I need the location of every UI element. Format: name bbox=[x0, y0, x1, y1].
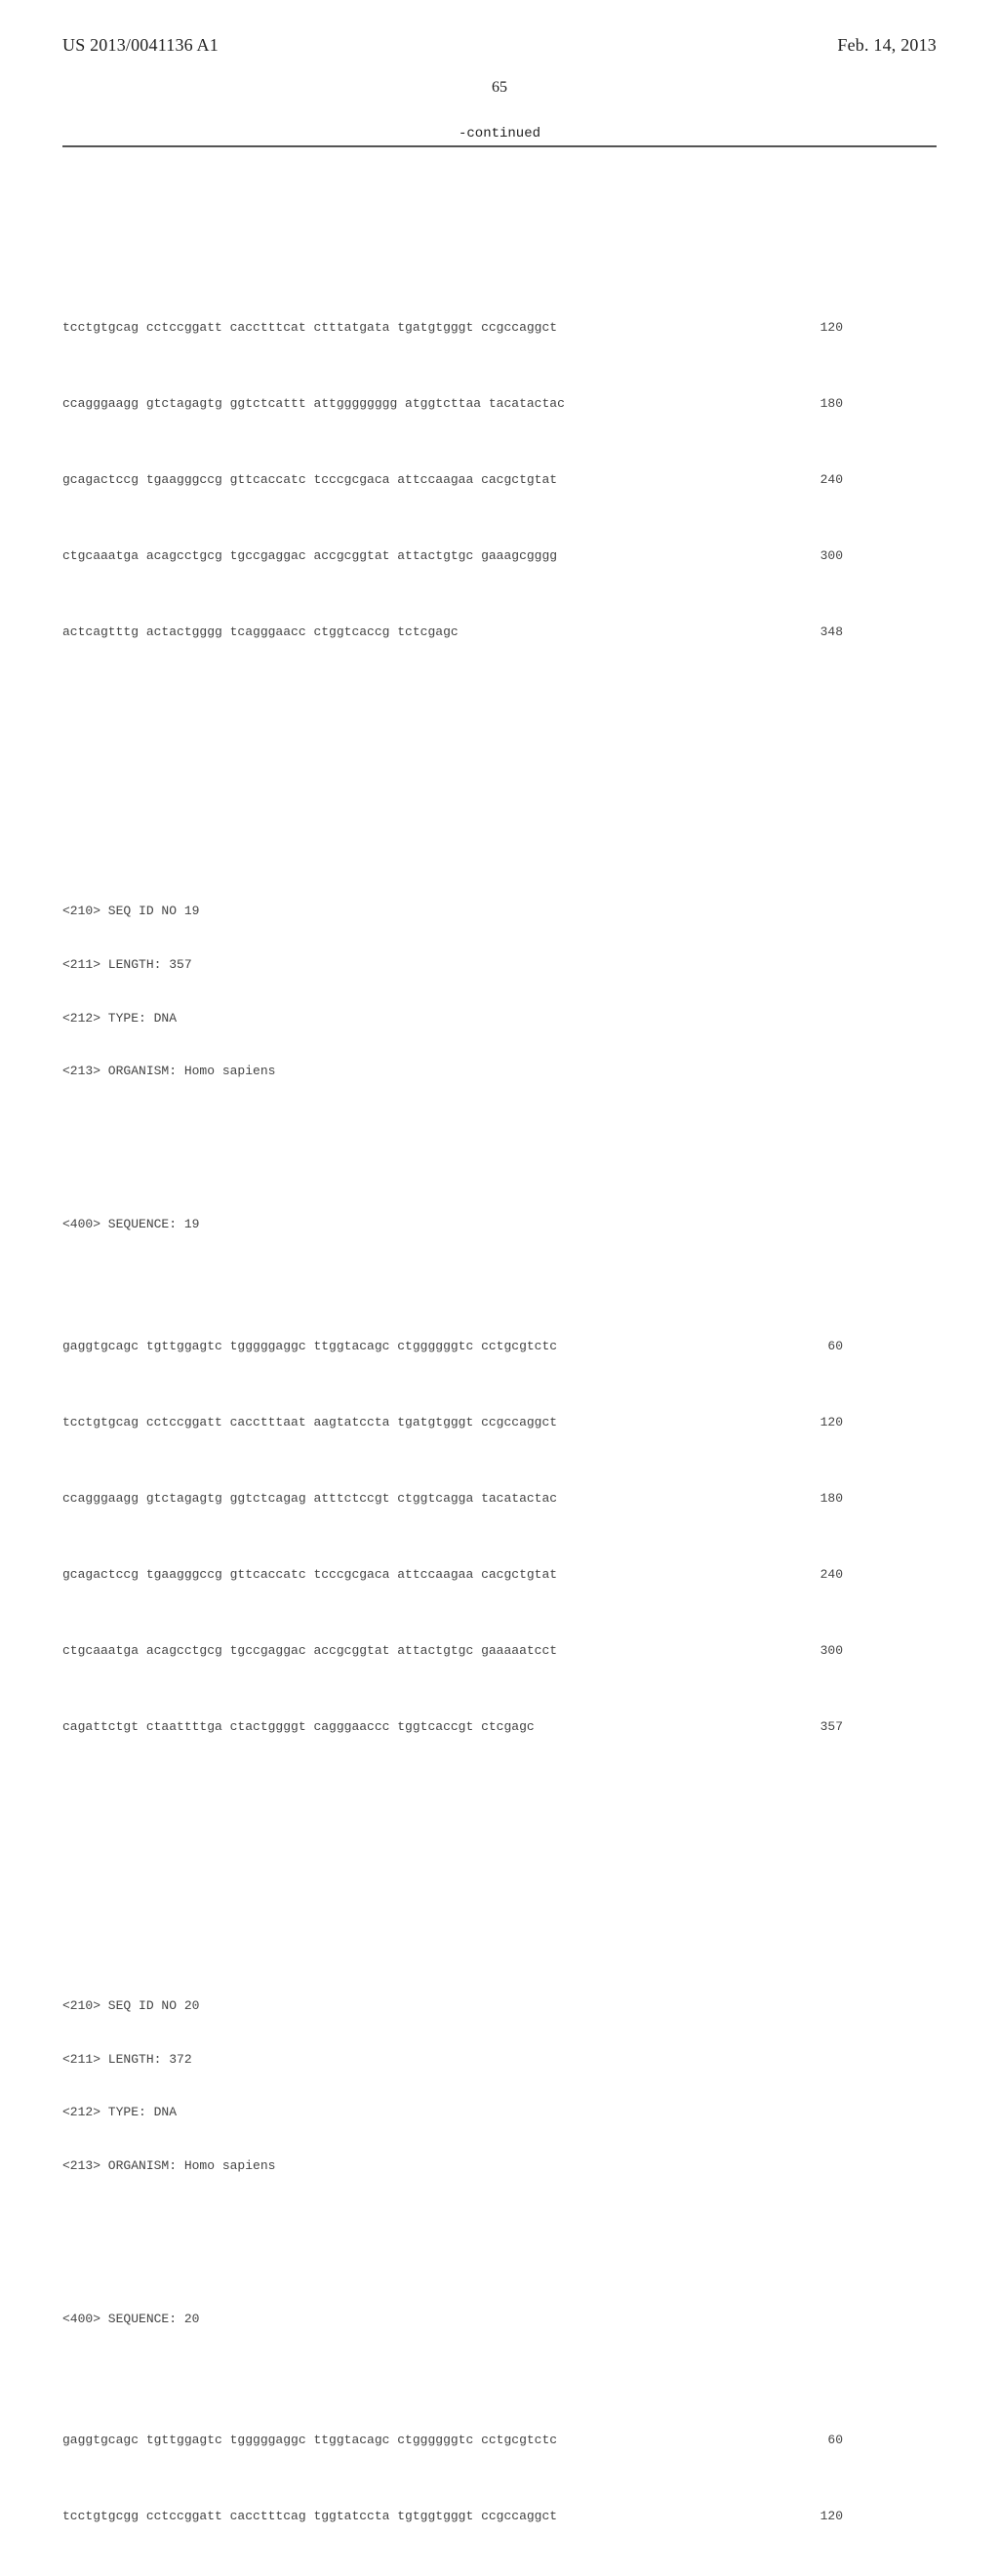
page-header: US 2013/0041136 A1 Feb. 14, 2013 bbox=[62, 35, 937, 56]
patent-page: US 2013/0041136 A1 Feb. 14, 2013 65 -con… bbox=[0, 0, 999, 1288]
seq-pos: 300 bbox=[784, 1638, 843, 1664]
seq-text: gaggtgcagc tgttggagtc tgggggaggc ttggtac… bbox=[62, 1334, 784, 1359]
seq-text: ctgcaaatga acagcctgcg tgccgaggac accgcgg… bbox=[62, 1638, 784, 1664]
seq-label: <400> SEQUENCE: 20 bbox=[62, 2311, 937, 2328]
seq-organism: <213> ORGANISM: Homo sapiens bbox=[62, 1063, 937, 1080]
seq-pos: 60 bbox=[784, 1334, 843, 1359]
seq-row: tcctgtgcgg cctccggatt cacctttcag tggtatc… bbox=[62, 2504, 937, 2529]
seq-row: cagattctgt ctaattttga ctactggggt cagggaa… bbox=[62, 1714, 937, 1740]
seq-pos: 120 bbox=[784, 2504, 843, 2529]
seq-meta: <210> SEQ ID NO 20 <211> LENGTH: 372 <21… bbox=[62, 1962, 937, 2211]
seq-sequence-label: <400> SEQUENCE: 19 bbox=[62, 1181, 937, 1269]
seq-block-19: <210> SEQ ID NO 19 <211> LENGTH: 357 <21… bbox=[62, 817, 937, 1791]
continued-label: -continued bbox=[62, 126, 937, 141]
seq-pos: 120 bbox=[784, 1410, 843, 1435]
seq-pos: 180 bbox=[784, 391, 843, 417]
seq-pos: 240 bbox=[784, 1562, 843, 1588]
seq-row: ctgcaaatga acagcctgcg tgccgaggac accgcgg… bbox=[62, 1638, 937, 1664]
seq-row: ccagggaagg gtctagagtg ggtctcattt attgggg… bbox=[62, 391, 937, 417]
seq-id: <210> SEQ ID NO 20 bbox=[62, 1997, 937, 2015]
seq-pos: 60 bbox=[784, 2428, 843, 2453]
seq-pos: 357 bbox=[784, 1714, 843, 1740]
seq-block-partial: tcctgtgcag cctccggatt cacctttcat ctttatg… bbox=[62, 264, 937, 696]
seq-text: tcctgtgcag cctccggatt cacctttaat aagtatc… bbox=[62, 1410, 784, 1435]
seq-pos: 348 bbox=[784, 620, 843, 645]
publication-date: Feb. 14, 2013 bbox=[837, 35, 937, 56]
seq-text: actcagtttg actactgggg tcagggaacc ctggtca… bbox=[62, 620, 784, 645]
seq-row: tcctgtgcag cctccggatt cacctttcat ctttatg… bbox=[62, 315, 937, 341]
seq-pos: 300 bbox=[784, 543, 843, 569]
seq-organism: <213> ORGANISM: Homo sapiens bbox=[62, 2157, 937, 2175]
seq-row: gcagactccg tgaagggccg gttcaccatc tcccgcg… bbox=[62, 467, 937, 493]
seq-pos: 180 bbox=[784, 1486, 843, 1511]
seq-text: tcctgtgcgg cctccggatt cacctttcag tggtatc… bbox=[62, 2504, 784, 2529]
seq-pos: 120 bbox=[784, 315, 843, 341]
publication-number: US 2013/0041136 A1 bbox=[62, 35, 219, 56]
seq-text: gcagactccg tgaagggccg gttcaccatc tcccgcg… bbox=[62, 1562, 784, 1588]
seq-sequence-label: <400> SEQUENCE: 20 bbox=[62, 2274, 937, 2363]
seq-row: ccagggaagg gtctagagtg ggtctcagag atttctc… bbox=[62, 1486, 937, 1511]
seq-row: tcctgtgcag cctccggatt cacctttaat aagtatc… bbox=[62, 1410, 937, 1435]
seq-text: tcctgtgcag cctccggatt cacctttcat ctttatg… bbox=[62, 315, 784, 341]
seq-block-20: <210> SEQ ID NO 20 <211> LENGTH: 372 <21… bbox=[62, 1912, 937, 2576]
ruling-top bbox=[62, 145, 937, 147]
seq-text: gaggtgcagc tgttggagtc tgggggaggc ttggtac… bbox=[62, 2428, 784, 2453]
seq-row: actcagtttg actactgggg tcagggaacc ctggtca… bbox=[62, 620, 937, 645]
seq-row: gaggtgcagc tgttggagtc tgggggaggc ttggtac… bbox=[62, 1334, 937, 1359]
seq-type: <212> TYPE: DNA bbox=[62, 2104, 937, 2121]
sequence-listing: tcctgtgcag cctccggatt cacctttcat ctttatg… bbox=[62, 163, 937, 2576]
seq-label: <400> SEQUENCE: 19 bbox=[62, 1216, 937, 1233]
seq-meta: <210> SEQ ID NO 19 <211> LENGTH: 357 <21… bbox=[62, 867, 937, 1116]
seq-text: ccagggaagg gtctagagtg ggtctcagag atttctc… bbox=[62, 1486, 784, 1511]
seq-text: ccagggaagg gtctagagtg ggtctcattt attgggg… bbox=[62, 391, 784, 417]
seq-row: gaggtgcagc tgttggagtc tgggggaggc ttggtac… bbox=[62, 2428, 937, 2453]
seq-row: ctgcaaatga acagcctgcg tgccgaggac accgcgg… bbox=[62, 543, 937, 569]
seq-text: cagattctgt ctaattttga ctactggggt cagggaa… bbox=[62, 1714, 784, 1740]
seq-type: <212> TYPE: DNA bbox=[62, 1010, 937, 1027]
seq-row: gcagactccg tgaagggccg gttcaccatc tcccgcg… bbox=[62, 1562, 937, 1588]
seq-id: <210> SEQ ID NO 19 bbox=[62, 903, 937, 920]
seq-pos: 240 bbox=[784, 467, 843, 493]
page-number: 65 bbox=[62, 79, 937, 97]
seq-length: <211> LENGTH: 357 bbox=[62, 956, 937, 974]
seq-text: ctgcaaatga acagcctgcg tgccgaggac accgcgg… bbox=[62, 543, 784, 569]
seq-text: gcagactccg tgaagggccg gttcaccatc tcccgcg… bbox=[62, 467, 784, 493]
seq-length: <211> LENGTH: 372 bbox=[62, 2051, 937, 2069]
